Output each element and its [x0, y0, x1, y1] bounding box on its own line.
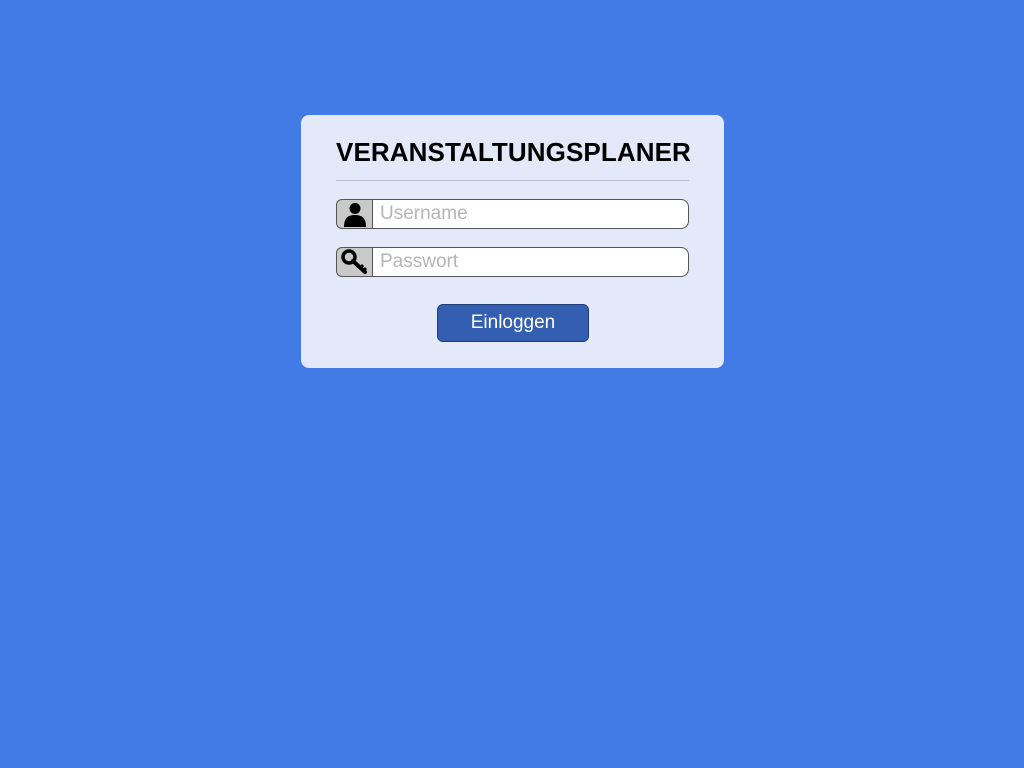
- login-card: VERANSTALTUNGSPLANER Einloggen: [301, 115, 724, 368]
- key-icon: [336, 247, 372, 277]
- login-button[interactable]: Einloggen: [437, 304, 589, 342]
- password-input[interactable]: [372, 247, 689, 277]
- username-row: [336, 199, 689, 229]
- password-row: [336, 247, 689, 277]
- username-input[interactable]: [372, 199, 689, 229]
- user-icon: [336, 199, 372, 229]
- page-title: VERANSTALTUNGSPLANER: [336, 137, 691, 167]
- title-divider: [336, 180, 689, 181]
